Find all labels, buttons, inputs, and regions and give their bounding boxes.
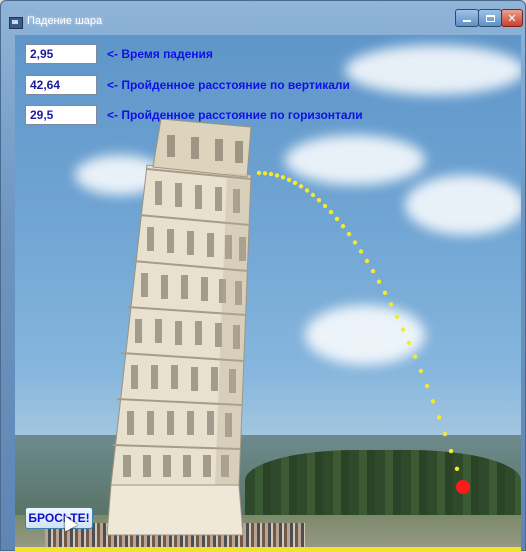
trajectory-dot: [334, 216, 340, 222]
trajectory-dot: [442, 431, 448, 437]
trajectory-dot: [346, 231, 352, 237]
trajectory-dot: [430, 399, 436, 404]
horizontal-distance-label: <- Пройденное расстояние по горизонтали: [107, 108, 363, 122]
trajectory-dot: [448, 448, 454, 454]
ball-trajectory: [256, 170, 466, 490]
canvas-area: 2,95 <- Время падения 42,64 <- Пройденно…: [15, 35, 521, 552]
minimize-button[interactable]: [455, 9, 479, 27]
trajectory-dot: [292, 180, 298, 185]
trajectory-dot: [424, 383, 430, 389]
trajectory-dot: [340, 224, 346, 229]
fall-time-label: <- Время падения: [107, 47, 213, 61]
horizontal-distance-field[interactable]: 29,5: [25, 105, 97, 125]
trajectory-dot: [310, 192, 316, 198]
trajectory-dot: [412, 354, 418, 359]
trajectory-dot: [406, 340, 412, 345]
trajectory-dot: [280, 175, 286, 180]
close-button[interactable]: ✕: [501, 9, 523, 27]
falling-ball: [456, 480, 470, 494]
window-app-icon: [9, 17, 23, 29]
trajectory-dot: [376, 279, 382, 284]
fall-time-field[interactable]: 2,95: [25, 44, 97, 64]
trajectory-dot: [364, 258, 370, 264]
maximize-icon: [485, 14, 495, 22]
maximize-button[interactable]: [478, 9, 502, 27]
trajectory-dot: [328, 209, 334, 215]
vertical-distance-label: <- Пройденное расстояние по вертикали: [107, 78, 350, 92]
leaning-tower: [106, 118, 252, 536]
trajectory-dot: [286, 177, 292, 182]
trajectory-dot: [304, 188, 310, 193]
trajectory-dot: [322, 203, 328, 209]
trajectory-dot: [382, 290, 388, 295]
close-icon: ✕: [507, 11, 517, 25]
trajectory-dot: [274, 173, 280, 178]
trajectory-dot: [400, 327, 406, 332]
trajectory-dot: [358, 249, 364, 254]
trajectory-dot: [352, 240, 358, 245]
title-bar[interactable]: Падение шара ✕: [1, 1, 526, 33]
trajectory-dot: [298, 184, 304, 189]
trajectory-dot: [262, 171, 268, 176]
trajectory-dot: [436, 415, 442, 420]
trajectory-dot: [268, 171, 274, 177]
trajectory-dot: [394, 314, 400, 319]
trajectory-dot: [454, 466, 460, 471]
trajectory-dot: [388, 302, 394, 307]
vertical-distance-field[interactable]: 42,64: [25, 75, 97, 95]
bottom-strip: [15, 547, 521, 552]
trajectory-dot: [370, 268, 376, 274]
app-window: Падение шара ✕ 2,95 <- Время падения 42,…: [0, 0, 526, 552]
trajectory-dot: [316, 198, 322, 203]
minimize-icon: [463, 20, 471, 22]
trajectory-dot: [256, 170, 262, 176]
trajectory-dot: [418, 368, 424, 374]
window-title: Падение шара: [27, 15, 103, 27]
